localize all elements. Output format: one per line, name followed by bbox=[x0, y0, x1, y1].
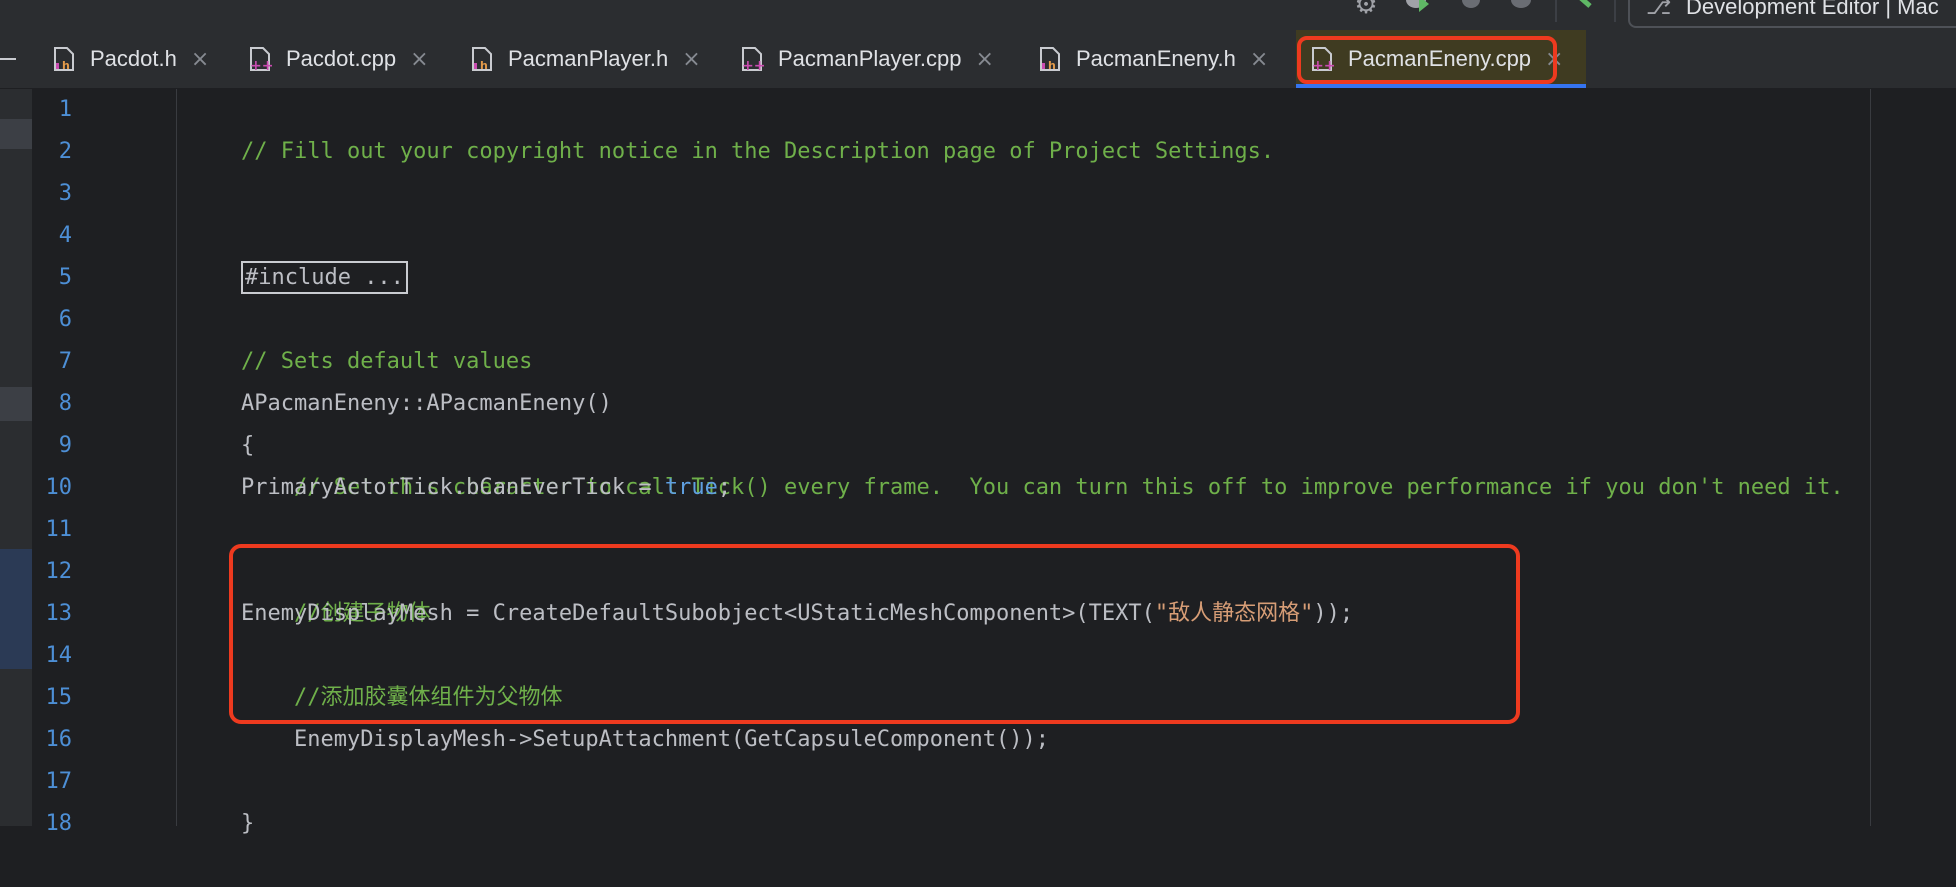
folded-include-block[interactable]: #include ... bbox=[240, 261, 408, 294]
line-number: 5 bbox=[58, 265, 72, 290]
code-line-14[interactable]: //添加胶囊体组件为父物体 bbox=[188, 635, 563, 710]
run-configuration-icon: ⎇ bbox=[1646, 0, 1672, 19]
line-number: 17 bbox=[45, 769, 73, 794]
code-text: PrimaryActorTick.bCanEverTick = bbox=[188, 475, 665, 500]
code-line-12[interactable]: //创建子物体 bbox=[188, 551, 431, 626]
tab-label: PacmanEneny.h bbox=[1076, 46, 1236, 71]
tab-pacmaneneny-cpp[interactable]: ++ PacmanEneny.cpp × bbox=[1296, 30, 1586, 88]
line-number: 7 bbox=[58, 349, 72, 374]
svg-text:h: h bbox=[62, 59, 70, 72]
code-line-4[interactable]: #include ... bbox=[188, 215, 408, 294]
tab-label: PacmanPlayer.h bbox=[508, 46, 669, 71]
close-tab-icon[interactable]: × bbox=[682, 47, 700, 72]
line-number: 9 bbox=[58, 433, 72, 458]
svg-text:++: ++ bbox=[742, 58, 765, 72]
tab-pacmaneneny-h[interactable]: h PacmanEneny.h × bbox=[1024, 30, 1268, 88]
svg-text:++: ++ bbox=[250, 58, 273, 72]
editor-tab-bar: h Pacdot.h × ++ Pacdot.cpp × h PacmanPla… bbox=[0, 30, 1956, 89]
close-tab-icon[interactable]: × bbox=[191, 47, 209, 72]
code-text: APacmanEneny::APacmanEneny() bbox=[240, 391, 612, 416]
cpp-header-file-icon: h bbox=[470, 46, 496, 72]
profiler-icon[interactable] bbox=[1505, 0, 1537, 20]
line-number: 4 bbox=[58, 223, 72, 248]
tab-label: PacmanEneny.cpp bbox=[1348, 46, 1532, 71]
code-text: EnemyDisplayMesh->SetupAttachment(GetCap… bbox=[240, 727, 1049, 752]
code-editor[interactable]: 1 2 3 4 5 6 7 8 9 10 11 12 13 14 15 16 1… bbox=[0, 89, 1956, 836]
active-tab-indicator bbox=[1296, 84, 1586, 88]
code-line-1[interactable]: // Fill out your copyright notice in the… bbox=[188, 89, 1274, 164]
line-number: 16 bbox=[45, 727, 73, 752]
tab-label: Pacdot.h bbox=[90, 46, 177, 71]
cpp-header-file-icon: h bbox=[52, 46, 78, 72]
line-number: 18 bbox=[45, 811, 73, 836]
run-configuration-label: Development Editor | Mac bbox=[1686, 0, 1939, 19]
code-string: "敌人静态网格" bbox=[1154, 601, 1314, 626]
cpp-source-file-icon: ++ bbox=[1310, 46, 1336, 72]
cpp-source-file-icon: ++ bbox=[740, 46, 766, 72]
line-number: 1 bbox=[58, 97, 72, 122]
line-number: 2 bbox=[58, 139, 72, 164]
close-tab-icon[interactable]: × bbox=[1545, 47, 1563, 72]
line-number: 15 bbox=[45, 685, 73, 710]
close-tab-icon[interactable]: × bbox=[975, 47, 993, 72]
strip-marker bbox=[0, 387, 32, 421]
tab-pacmanplayer-h[interactable]: h PacmanPlayer.h × bbox=[456, 30, 701, 88]
svg-text:++: ++ bbox=[1312, 58, 1335, 72]
tab-pacmanplayer-cpp[interactable]: ++ PacmanPlayer.cpp × bbox=[726, 30, 994, 88]
toolbar-separator bbox=[1614, 0, 1616, 22]
line-number: 13 bbox=[45, 601, 73, 626]
line-number: 8 bbox=[58, 391, 72, 416]
code-text: )); bbox=[1313, 601, 1354, 626]
cpp-header-file-icon: h bbox=[1038, 46, 1064, 72]
settings-gear-icon[interactable]: ⚙ bbox=[1350, 0, 1382, 20]
code-line-10[interactable]: PrimaryActorTick.bCanEverTick = true; bbox=[188, 467, 731, 509]
code-line-17[interactable]: } bbox=[188, 761, 254, 836]
tab-pacdot-h[interactable]: h Pacdot.h × bbox=[38, 30, 209, 88]
debug-icon[interactable] bbox=[1455, 0, 1487, 20]
right-margin-guide bbox=[1870, 89, 1871, 826]
code-text: } bbox=[240, 811, 255, 836]
code-text: ; bbox=[717, 475, 732, 500]
code-line-7[interactable]: APacmanEneny::APacmanEneny() bbox=[188, 341, 612, 416]
line-number: 6 bbox=[58, 307, 72, 332]
left-tool-strip bbox=[0, 89, 32, 826]
line-number: 3 bbox=[58, 181, 72, 206]
build-hammer-icon[interactable] bbox=[1568, 0, 1600, 20]
svg-text:h: h bbox=[480, 59, 488, 72]
code-text: EnemyDisplayMesh = CreateDefaultSubobjec… bbox=[188, 601, 1155, 626]
run-configuration-selector[interactable]: ⎇ Development Editor | Mac bbox=[1628, 0, 1956, 28]
cpp-source-file-icon: ++ bbox=[248, 46, 274, 72]
svg-text:h: h bbox=[1048, 59, 1056, 72]
code-comment: // Fill out your copyright notice in the… bbox=[240, 139, 1275, 164]
toolbar-separator bbox=[1555, 0, 1557, 22]
close-tab-icon[interactable]: × bbox=[1250, 47, 1268, 72]
line-number: 12 bbox=[45, 559, 73, 584]
line-number: 10 bbox=[45, 475, 73, 500]
tab-label: PacmanPlayer.cpp bbox=[778, 46, 962, 71]
tab-label: Pacdot.cpp bbox=[286, 46, 397, 71]
line-number: 11 bbox=[45, 517, 73, 542]
top-toolbar: ⚙ ⎇ Development Editor | Mac bbox=[0, 0, 1956, 30]
code-line-13[interactable]: EnemyDisplayMesh = CreateDefaultSubobjec… bbox=[188, 593, 1353, 635]
tab-list-menu-icon[interactable] bbox=[0, 58, 16, 60]
code-line-6[interactable]: // Sets default values bbox=[188, 299, 532, 374]
strip-marker bbox=[0, 119, 32, 149]
code-line-8[interactable]: { bbox=[188, 383, 254, 458]
code-line-9[interactable]: // Set this character to call Tick() eve… bbox=[188, 425, 1844, 500]
gutter-divider bbox=[176, 89, 177, 826]
code-keyword: true bbox=[664, 475, 718, 500]
tab-pacdot-cpp[interactable]: ++ Pacdot.cpp × bbox=[234, 30, 429, 88]
strip-marker bbox=[0, 549, 32, 669]
code-line-15[interactable]: EnemyDisplayMesh->SetupAttachment(GetCap… bbox=[188, 677, 1049, 752]
line-number-gutter: 1 2 3 4 5 6 7 8 9 10 11 12 13 14 15 16 1… bbox=[32, 89, 172, 836]
debug-run-icon[interactable] bbox=[1400, 0, 1432, 20]
close-tab-icon[interactable]: × bbox=[410, 47, 428, 72]
line-number: 14 bbox=[45, 643, 73, 668]
